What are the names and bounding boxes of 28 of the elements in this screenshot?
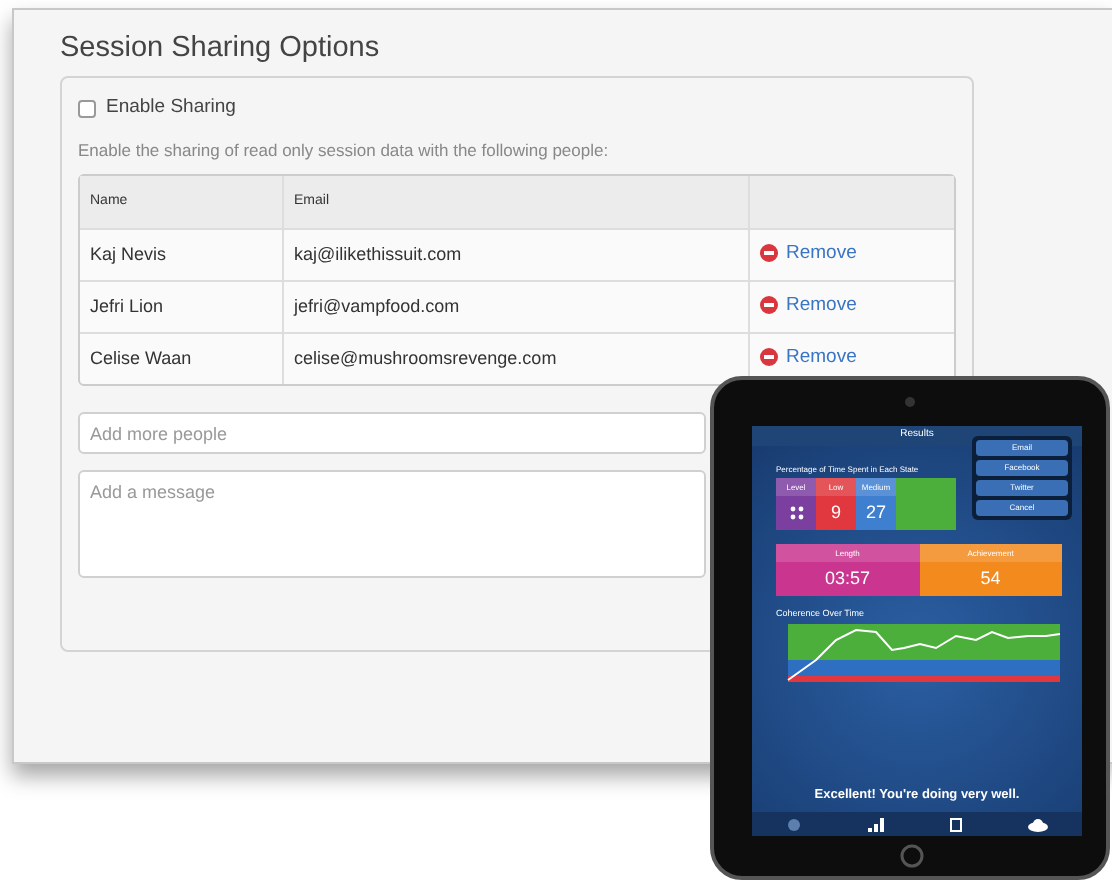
enable-sharing-checkbox[interactable]	[78, 100, 96, 119]
remove-link[interactable]: Remove	[760, 291, 857, 321]
table-cell: jefri@vampfood.com	[282, 280, 748, 333]
enable-sharing-label: Enable Sharing	[106, 94, 236, 123]
page-heading: Session Sharing Options	[60, 32, 382, 67]
camera-icon	[904, 396, 916, 408]
tile-value: 03:57	[824, 565, 871, 592]
circle-icon[interactable]	[785, 817, 802, 831]
table-cell: Kaj Nevis	[80, 228, 282, 281]
remove-link[interactable]: Remove	[760, 239, 857, 269]
dots-icon	[789, 506, 803, 520]
remove-icon	[760, 348, 778, 367]
document-icon[interactable]	[950, 817, 963, 831]
remove-icon	[760, 244, 778, 263]
table-cell: Jefri Lion	[80, 280, 282, 333]
bar-chart-icon[interactable]	[867, 817, 884, 831]
cloud-icon[interactable]	[1028, 817, 1049, 831]
tile-value: 9	[830, 499, 841, 526]
home-button-icon[interactable]	[900, 844, 924, 868]
sharing-description: Enable the sharing of read only session data with the following people:	[78, 137, 611, 163]
table-cell: Celise Waan	[80, 332, 282, 385]
tile-value: 27	[865, 499, 886, 526]
table-cell: kaj@ilikethissuit.com	[282, 228, 748, 281]
remove-link[interactable]: Remove	[760, 343, 857, 373]
remove-icon	[760, 296, 778, 315]
message-field[interactable]: Add a message	[78, 470, 706, 579]
tile-value: 54	[980, 565, 1001, 592]
add-people-field[interactable]: Add more people	[78, 412, 706, 455]
